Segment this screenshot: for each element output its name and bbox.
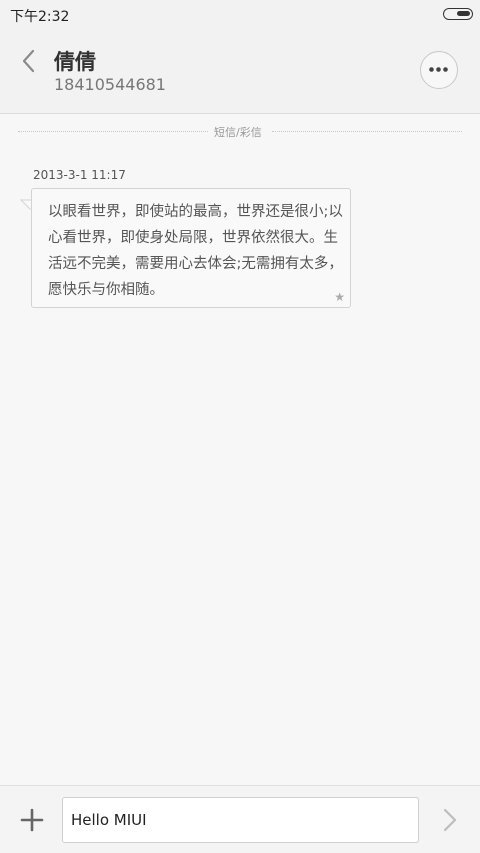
chevron-right-icon (443, 808, 457, 832)
star-icon: ★ (334, 290, 345, 304)
message-timestamp: 2013-3-1 11:17 (33, 168, 126, 182)
plus-icon (20, 808, 44, 832)
battery-icon (443, 8, 473, 20)
more-options-button[interactable] (420, 51, 458, 89)
back-button[interactable] (14, 46, 44, 76)
status-bar: 下午2:32 (0, 0, 480, 28)
composer-bar (0, 785, 480, 853)
chevron-left-icon (22, 49, 35, 73)
status-time: 下午2:32 (10, 9, 70, 25)
message-input[interactable] (62, 797, 419, 843)
bubble-tail (19, 199, 32, 212)
conversation-header: 倩倩 18410544681 (0, 28, 480, 114)
divider-label: 短信/彩信 (214, 126, 262, 139)
add-attachment-button[interactable] (18, 806, 46, 834)
send-button[interactable] (436, 806, 464, 834)
contact-name: 倩倩 (54, 50, 96, 74)
sms-mms-divider: 短信/彩信 (0, 122, 480, 142)
message-bubble[interactable]: 以眼看世界，即使站的最高，世界还是很小;以心看世界，即使身处局限，世界依然很大。… (31, 188, 351, 308)
contact-number: 18410544681 (54, 75, 166, 94)
message-text: 以眼看世界，即使站的最高，世界还是很小;以心看世界，即使身处局限，世界依然很大。… (48, 204, 343, 298)
more-dots-icon (429, 67, 448, 72)
